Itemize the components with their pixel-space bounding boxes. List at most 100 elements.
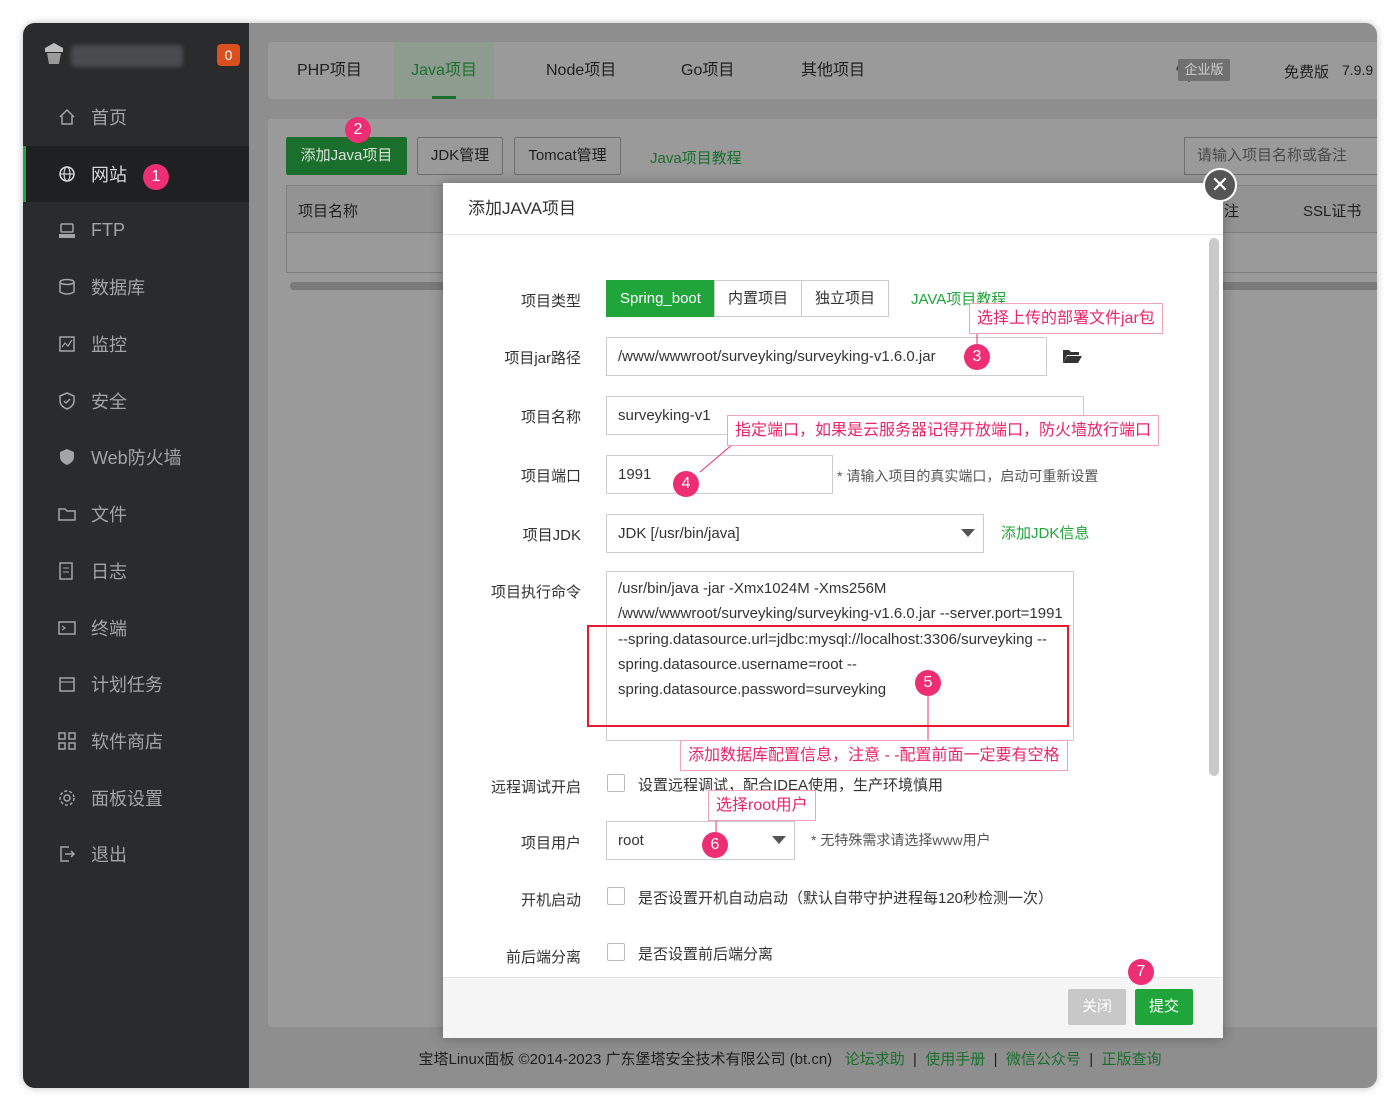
type-option-builtin[interactable]: 内置项目 [714, 280, 802, 317]
label-project-jdk: 项目JDK [522, 527, 581, 544]
terminal-icon [57, 618, 77, 638]
project-port-input[interactable]: 1991 [606, 455, 833, 494]
sidebar-item-2[interactable]: FTP [23, 202, 249, 259]
label-remote-debug: 远程调试开启 [490, 779, 581, 796]
sidebar-item-4[interactable]: 监控 [23, 316, 249, 373]
sidebar-item-label: 日志 [91, 561, 127, 582]
monitor-icon [57, 334, 77, 354]
jdk-manage-button[interactable]: JDK管理 [417, 137, 503, 175]
label-frontend-split: 前后端分离 [505, 949, 581, 966]
add-java-project-button[interactable]: 添加Java项目 [286, 137, 407, 175]
home-icon [57, 107, 77, 127]
sidebar-item-label: 安全 [91, 391, 127, 412]
dialog-title: 添加JAVA项目 [443, 183, 1223, 235]
sidebar-item-label: 监控 [91, 335, 127, 356]
sidebar-item-1[interactable]: 网站 [23, 145, 249, 203]
label-project-type: 项目类型 [520, 293, 581, 310]
sidebar-item-11[interactable]: 软件商店 [23, 713, 249, 770]
callout-db-config: 添加数据库配置信息，注意 - -配置前面一定要有空格 [680, 740, 1068, 771]
label-boot-start: 开机启动 [520, 892, 581, 909]
tab-other[interactable]: 其他项目 [801, 42, 871, 99]
dialog-close-icon[interactable]: ✕ [1203, 168, 1237, 202]
sidebar: 0 首页网站 FTP 数据库监控安全 Web防火墙 文件日志终端计划任务软件商店面板设置… [23, 23, 249, 1088]
frontend-split-checkbox[interactable] [607, 943, 625, 961]
remote-debug-checkbox[interactable] [607, 774, 625, 792]
type-option-springboot[interactable]: Spring_boot [606, 280, 715, 317]
step-marker-7: 7 [1128, 959, 1154, 985]
footer-link-genuine[interactable]: 正版查询 [1101, 1051, 1161, 1068]
col-ssl[interactable]: SSL证书 [1303, 200, 1361, 221]
footer-link-manual[interactable]: 使用手册 [925, 1051, 985, 1068]
sidebar-item-0[interactable]: 首页 [23, 89, 249, 146]
calendar-icon [57, 674, 77, 694]
sidebar-item-label: 软件商店 [91, 731, 163, 752]
sidebar-header: 0 [23, 23, 249, 85]
sidebar-item-7[interactable]: 文件 [23, 486, 249, 543]
footer-link-forum[interactable]: 论坛求助 [845, 1051, 905, 1068]
sidebar-item-label: 网站 [91, 165, 127, 186]
shield-icon [57, 391, 77, 411]
port-hint: * 请输入项目的真实端口，启动可重新设置 [837, 468, 1099, 484]
globe-icon [57, 164, 77, 184]
log-icon [57, 561, 77, 581]
tab-php[interactable]: PHP项目 [297, 42, 367, 99]
firewall-icon [57, 447, 77, 467]
add-jdk-link[interactable]: 添加JDK信息 [1001, 522, 1089, 543]
sidebar-item-8[interactable]: 日志 [23, 543, 249, 600]
callout-root-user: 选择root用户 [708, 790, 816, 821]
jdk-select[interactable]: JDK [/usr/bin/java] [606, 514, 984, 553]
sidebar-item-label: Web防火墙 [91, 448, 182, 469]
sidebar-item-label: 文件 [91, 505, 127, 526]
sidebar-item-label: 面板设置 [91, 788, 163, 809]
type-option-standalone[interactable]: 独立项目 [801, 280, 889, 317]
callout-jar-package: 选择上传的部署文件jar包 [969, 303, 1163, 334]
user-chevron-down-icon [772, 836, 786, 844]
sidebar-item-5[interactable]: 安全 [23, 372, 249, 429]
sidebar-item-13[interactable]: 退出 [23, 826, 249, 883]
sidebar-item-3[interactable]: 数据库 [23, 259, 249, 316]
submit-button[interactable]: 提交 [1135, 989, 1193, 1025]
frontend-split-text: 是否设置前后端分离 [638, 946, 774, 963]
page-footer: 宝塔Linux面板 ©2014-2023 广东堡塔安全技术有限公司 (bt.cn… [418, 1051, 1162, 1068]
close-button[interactable]: 关闭 [1068, 989, 1126, 1025]
step-marker-2: 2 [345, 117, 371, 143]
grid-icon [57, 731, 77, 751]
sidebar-item-label: 终端 [91, 618, 127, 639]
sidebar-item-6[interactable]: Web防火墙 [23, 429, 249, 486]
message-count-badge[interactable]: 0 [217, 44, 240, 66]
server-name-blurred [71, 45, 183, 67]
step-marker-1: 1 [143, 164, 169, 190]
sidebar-item-9[interactable]: 终端 [23, 599, 249, 656]
label-project-name: 项目名称 [520, 409, 581, 426]
sidebar-item-10[interactable]: 计划任务 [23, 656, 249, 713]
tab-node[interactable]: Node项目 [546, 42, 626, 99]
col-remark[interactable]: 注 [1224, 200, 1239, 221]
db-config-highlight-box [587, 625, 1069, 727]
java-tutorial-link[interactable]: Java项目教程 [650, 147, 742, 168]
sidebar-item-label: FTP [91, 220, 125, 241]
sidebar-item-label: 计划任务 [91, 675, 163, 696]
enterprise-badge[interactable]: 企业版 [1178, 59, 1230, 81]
tomcat-manage-button[interactable]: Tomcat管理 [514, 137, 621, 175]
label-project-user: 项目用户 [520, 835, 581, 852]
folder-open-icon[interactable] [1062, 348, 1083, 364]
col-project-name[interactable]: 项目名称 [298, 200, 358, 221]
dialog-scrollbar[interactable] [1209, 238, 1219, 776]
chevron-down-icon [961, 529, 975, 537]
label-jar-path: 项目jar路径 [504, 350, 581, 367]
label-exec-command: 项目执行命令 [490, 584, 581, 601]
step-marker-6: 6 [702, 832, 728, 858]
user-hint: * 无特殊需求请选择www用户 [811, 832, 991, 848]
boot-start-text: 是否设置开机自动启动（默认自带守护进程每120秒检测一次） [638, 890, 1054, 907]
project-user-select[interactable]: root [606, 821, 795, 860]
version-label: 7.9.9 [1342, 62, 1374, 78]
free-edition-label[interactable]: 免费版 [1284, 61, 1329, 82]
sidebar-item-12[interactable]: 面板设置 [23, 769, 249, 826]
step-marker-4: 4 [673, 471, 699, 497]
footer-link-wechat[interactable]: 微信公众号 [1006, 1051, 1081, 1068]
callout-port: 指定端口，如果是云服务器记得开放端口，防火墙放行端口 [727, 415, 1160, 446]
tab-go[interactable]: Go项目 [681, 42, 741, 99]
tab-java[interactable]: Java项目 [394, 42, 494, 99]
boot-start-checkbox[interactable] [607, 887, 625, 905]
database-icon [57, 277, 77, 297]
